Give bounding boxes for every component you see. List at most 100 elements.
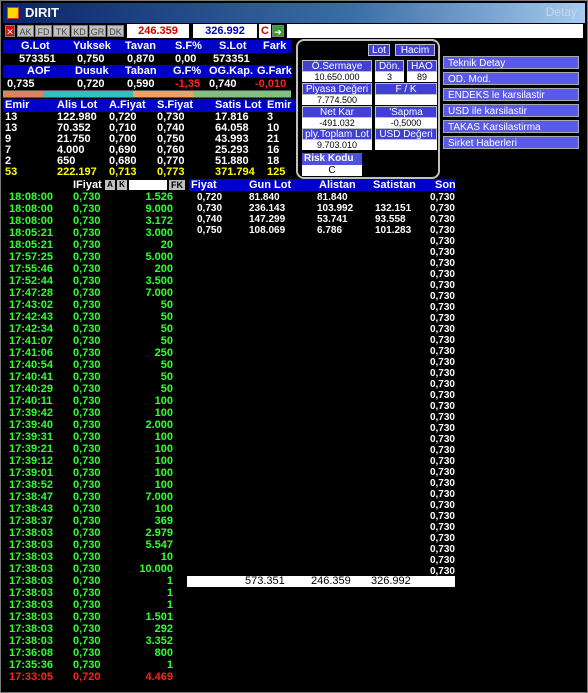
depth-cell: 93.558 — [375, 214, 406, 225]
trade-row: 17:41:06 0,730 250 — [3, 348, 183, 359]
trade-price: 0,730 — [73, 503, 101, 515]
trade-price: 0,730 — [73, 299, 101, 311]
trade-time: 17:39:31 — [9, 431, 54, 443]
trade-price: 0,730 — [73, 335, 101, 347]
depth-cell: 81.840 — [317, 192, 348, 203]
depth-cell: 0,720 — [197, 192, 223, 203]
menu-takas[interactable]: TAKAS Karsilastirma — [443, 120, 579, 133]
trade-row: 17:42:43 0,730 50 — [3, 312, 183, 323]
menu-endeks[interactable]: ENDEKS le karsilastir — [443, 88, 579, 101]
trade-time: 17:40:54 — [9, 359, 54, 371]
empty-panel — [457, 179, 585, 689]
trade-price: 0,730 — [73, 203, 101, 215]
trade-price: 0,730 — [73, 611, 101, 623]
trades-filter-k[interactable]: K — [117, 180, 127, 190]
trade-row: 17:39:42 0,730 100 — [3, 408, 183, 419]
son-price: 0,730 — [429, 390, 455, 401]
trade-time: 17:40:41 — [9, 371, 54, 383]
hao-value: 89 — [407, 72, 437, 82]
trade-row: 17:39:31 0,730 100 — [3, 432, 183, 443]
trade-time: 17:38:52 — [9, 479, 54, 491]
toolbar-btn-kd[interactable]: KD — [71, 25, 88, 37]
trade-row: 17:39:01 0,730 100 — [3, 468, 183, 479]
trade-lot: 9.000 — [145, 203, 173, 215]
depth-cell: 103.992 — [317, 203, 354, 214]
title-bar[interactable]: DIRIT Detay — [3, 3, 585, 23]
trade-lot: 10 — [160, 551, 173, 563]
trade-price: 0,730 — [73, 419, 101, 431]
trade-time: 18:08:00 — [9, 191, 54, 203]
son-price: 0,730 — [429, 346, 455, 357]
app-window: DIRIT Detay ✕ AK FD TK KD GR DK 246.359 … — [0, 0, 588, 693]
trades-filter-fk[interactable]: FK — [169, 180, 185, 190]
trade-lot: 2.979 — [145, 527, 173, 539]
menu-teknik-detay[interactable]: Teknik Detay — [443, 56, 579, 69]
order-book-body: 13 122.980 0,720 0,730 17.816 3 13 70.352 0,710 0… — [3, 112, 295, 178]
toolbar-c-label[interactable]: C — [259, 24, 271, 38]
toolbar-btn-tk[interactable]: TK — [53, 25, 70, 37]
close-icon[interactable]: ✕ — [5, 25, 15, 37]
order-cell: 0,773 — [157, 166, 185, 178]
son-price: 0,730 — [429, 533, 455, 544]
trade-row: 17:38:03 0,730 1 — [3, 576, 183, 587]
trade-price: 0,730 — [73, 599, 101, 611]
order-header: Emir — [267, 99, 292, 111]
trades-filter-a[interactable]: A — [105, 180, 115, 190]
trade-row: 17:43:02 0,730 50 — [3, 300, 183, 311]
trade-lot: 200 — [154, 263, 173, 275]
summary-header: G.Lot — [21, 40, 50, 52]
trade-row: 17:38:03 0,730 1 — [3, 600, 183, 611]
trade-lot: 3.000 — [145, 227, 173, 239]
trade-row: 17:40:54 0,730 50 — [3, 360, 183, 371]
son-price: 0,730 — [429, 500, 455, 511]
trade-price: 0,730 — [73, 395, 101, 407]
trade-price: 0,730 — [73, 263, 101, 275]
summary-value: 573351 — [19, 53, 56, 65]
trade-price: 0,730 — [73, 575, 101, 587]
trade-time: 17:38:47 — [9, 491, 54, 503]
toolbar-btn-ak[interactable]: AK — [17, 25, 34, 37]
summary-value: -0,010 — [255, 78, 287, 90]
trade-price: 0,730 — [73, 623, 101, 635]
menu-sirket-haberleri[interactable]: Sirket Haberleri — [443, 136, 579, 149]
hacim-button[interactable]: Hacim — [395, 44, 435, 56]
son-price: 0,730 — [429, 423, 455, 434]
trade-price: 0,730 — [73, 215, 101, 227]
toolbar-btn-fd[interactable]: FD — [35, 25, 52, 37]
trade-time: 17:39:42 — [9, 407, 54, 419]
trade-lot: 50 — [160, 371, 173, 383]
depth-header-fiyat[interactable]: Fiyat — [191, 179, 217, 191]
son-price: 0,730 — [429, 291, 455, 302]
son-price: 0,730 — [429, 214, 455, 225]
lot-button[interactable]: Lot — [368, 44, 390, 56]
son-price: 0,730 — [429, 434, 455, 445]
order-cell: 222.197 — [57, 166, 97, 178]
toolbar-btn-gr[interactable]: GR — [89, 25, 106, 37]
menu-usd[interactable]: USD ile karsilastir — [443, 104, 579, 117]
window-title: DIRIT — [25, 5, 59, 20]
order-cell: 53 — [5, 166, 18, 178]
trade-lot: 10.000 — [139, 563, 173, 575]
trade-row: 17:38:03 0,730 292 — [3, 624, 183, 635]
trade-time: 17:38:03 — [9, 563, 54, 575]
toolbar-btn-dk[interactable]: DK — [107, 25, 124, 37]
trade-lot: 100 — [154, 407, 173, 419]
trades-header-fiyat[interactable]: IFiyat — [73, 179, 102, 191]
trade-time: 17:38:03 — [9, 635, 54, 647]
trade-price: 0,730 — [73, 479, 101, 491]
toolbar-blank-field[interactable] — [287, 24, 583, 38]
trade-lot: 4.469 — [145, 671, 173, 683]
trades-filter-input[interactable] — [129, 180, 167, 190]
trade-time: 17:35:36 — [9, 659, 54, 671]
arrow-right-icon[interactable]: ➔ — [272, 25, 284, 37]
trade-lot: 1 — [166, 659, 173, 671]
son-price: 0,730 — [429, 412, 455, 423]
summary-values-2: 0,735 0,720 0,590 -1,35 0,740 -0,010 — [3, 78, 291, 90]
menu-od-mod[interactable]: OD. Mod. — [443, 72, 579, 85]
trade-time: 17:38:37 — [9, 515, 54, 527]
son-price: 0,730 — [429, 302, 455, 313]
trade-time: 17:38:03 — [9, 623, 54, 635]
trade-time: 17:40:29 — [9, 383, 54, 395]
son-price: 0,730 — [429, 335, 455, 346]
summary-header: AOF — [27, 65, 51, 77]
